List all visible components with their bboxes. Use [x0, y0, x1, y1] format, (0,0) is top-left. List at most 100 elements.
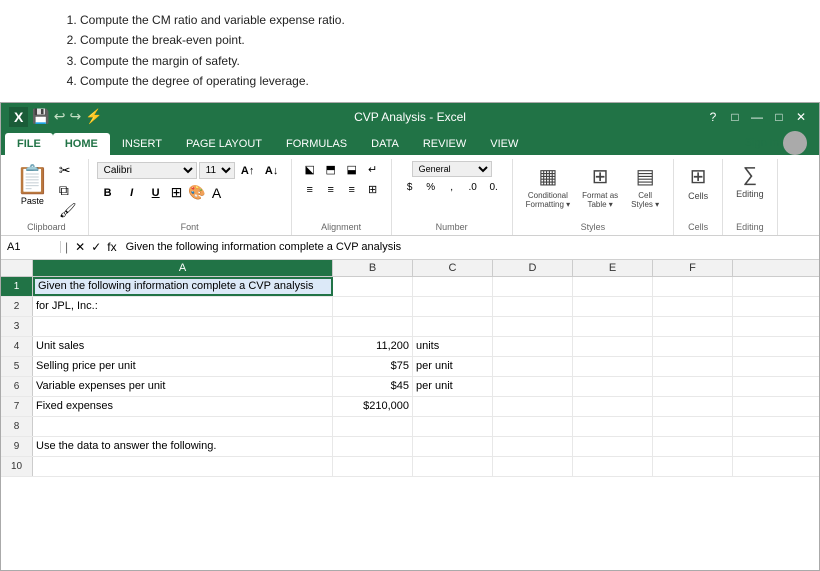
cell-e4[interactable] [573, 337, 653, 356]
border-button[interactable]: ⊞ [169, 183, 185, 202]
cell-e7[interactable] [573, 397, 653, 416]
cell-c4[interactable]: units [413, 337, 493, 356]
col-header-c[interactable]: C [413, 260, 493, 276]
cut-button[interactable]: ✂ [56, 161, 80, 180]
cell-d10[interactable] [493, 457, 573, 476]
col-header-a[interactable]: A [33, 260, 333, 276]
cell-e8[interactable] [573, 417, 653, 436]
cell-b7[interactable]: $210,000 [333, 397, 413, 416]
cells-button[interactable]: ⊞ Cells [682, 161, 714, 204]
cell-e5[interactable] [573, 357, 653, 376]
restore-button[interactable]: □ [725, 107, 745, 127]
cell-reference-box[interactable]: A1 [1, 241, 61, 253]
underline-button[interactable]: U [145, 183, 167, 203]
formula-cancel-button[interactable]: ✕ [72, 239, 88, 255]
bold-button[interactable]: B [97, 183, 119, 203]
help-button[interactable]: ? [703, 107, 723, 127]
cell-c8[interactable] [413, 417, 493, 436]
decrease-decimal-button[interactable]: 0. [484, 179, 504, 197]
cell-b9[interactable] [333, 437, 413, 456]
cell-f3[interactable] [653, 317, 733, 336]
cell-f9[interactable] [653, 437, 733, 456]
cell-e3[interactable] [573, 317, 653, 336]
conditional-formatting-button[interactable]: ▦ ConditionalFormatting ▾ [521, 161, 575, 213]
percent-button[interactable]: % [421, 179, 441, 197]
cell-a9[interactable]: Use the data to answer the following. [33, 437, 333, 456]
cell-b6[interactable]: $45 [333, 377, 413, 396]
cell-c7[interactable] [413, 397, 493, 416]
align-top-left-button[interactable]: ⬕ [300, 161, 320, 179]
align-center-button[interactable]: ≡ [321, 181, 341, 199]
tab-file[interactable]: FILE [5, 133, 53, 155]
cell-c10[interactable] [413, 457, 493, 476]
cell-d4[interactable] [493, 337, 573, 356]
customize-icon[interactable]: ⚡ [85, 108, 102, 125]
font-grow-button[interactable]: A↑ [237, 161, 259, 181]
tab-review[interactable]: REVIEW [411, 133, 478, 155]
cell-a8[interactable] [33, 417, 333, 436]
cell-d8[interactable] [493, 417, 573, 436]
cell-f5[interactable] [653, 357, 733, 376]
cell-a7[interactable]: Fixed expenses [33, 397, 333, 416]
tab-view[interactable]: VIEW [478, 133, 530, 155]
fill-color-button[interactable]: 🎨 [186, 183, 207, 202]
cell-d9[interactable] [493, 437, 573, 456]
cell-e10[interactable] [573, 457, 653, 476]
cell-b4[interactable]: 11,200 [333, 337, 413, 356]
cell-d7[interactable] [493, 397, 573, 416]
insert-function-button[interactable]: fx [104, 239, 119, 255]
tab-data[interactable]: DATA [359, 133, 411, 155]
redo-icon[interactable]: ↪ [70, 108, 82, 125]
cell-e6[interactable] [573, 377, 653, 396]
align-left-button[interactable]: ≡ [300, 181, 320, 199]
cell-b5[interactable]: $75 [333, 357, 413, 376]
align-right-button[interactable]: ≡ [342, 181, 362, 199]
merge-center-button[interactable]: ⊞ [363, 181, 383, 199]
cell-b8[interactable] [333, 417, 413, 436]
sign-in-area[interactable]: Sign In [745, 131, 815, 155]
cell-f4[interactable] [653, 337, 733, 356]
cell-a2[interactable]: for JPL, Inc.: [33, 297, 333, 316]
minimize-button[interactable]: — [747, 107, 767, 127]
cell-e9[interactable] [573, 437, 653, 456]
italic-button[interactable]: I [121, 183, 143, 203]
cell-e1[interactable] [573, 277, 653, 296]
paste-button[interactable]: 📋 Paste [13, 161, 52, 208]
cell-b3[interactable] [333, 317, 413, 336]
cell-f6[interactable] [653, 377, 733, 396]
cell-c2[interactable] [413, 297, 493, 316]
cell-f8[interactable] [653, 417, 733, 436]
cell-styles-button[interactable]: ▤ CellStyles ▾ [625, 161, 665, 213]
cell-c3[interactable] [413, 317, 493, 336]
cell-a4[interactable]: Unit sales [33, 337, 333, 356]
cell-f7[interactable] [653, 397, 733, 416]
cell-a3[interactable] [33, 317, 333, 336]
undo-icon[interactable]: ↩ [54, 108, 66, 125]
font-color-button[interactable]: A [210, 184, 223, 202]
col-header-e[interactable]: E [573, 260, 653, 276]
align-top-right-button[interactable]: ⬓ [342, 161, 362, 179]
cell-a6[interactable]: Variable expenses per unit [33, 377, 333, 396]
accounting-format-button[interactable]: $ [400, 179, 420, 197]
cell-d1[interactable] [493, 277, 573, 296]
cell-c1[interactable] [413, 277, 493, 296]
tab-formulas[interactable]: FORMULAS [274, 133, 359, 155]
cell-a1[interactable]: Given the following information complete… [33, 277, 333, 296]
format-painter-button[interactable]: 🖌 [56, 201, 80, 220]
cell-f10[interactable] [653, 457, 733, 476]
cell-d2[interactable] [493, 297, 573, 316]
formula-input[interactable]: Given the following information complete… [120, 241, 819, 253]
cell-b2[interactable] [333, 297, 413, 316]
cell-d6[interactable] [493, 377, 573, 396]
align-top-center-button[interactable]: ⬒ [321, 161, 341, 179]
save-icon[interactable]: 💾 [32, 108, 49, 125]
col-header-f[interactable]: F [653, 260, 733, 276]
cell-c9[interactable] [413, 437, 493, 456]
tab-home[interactable]: HOME [53, 133, 110, 155]
wrap-text-button[interactable]: ↵ [363, 161, 383, 179]
copy-button[interactable]: ⧉ [56, 181, 80, 200]
cell-d5[interactable] [493, 357, 573, 376]
cell-b1[interactable] [333, 277, 413, 296]
close-button[interactable]: ✕ [791, 107, 811, 127]
cell-c6[interactable]: per unit [413, 377, 493, 396]
